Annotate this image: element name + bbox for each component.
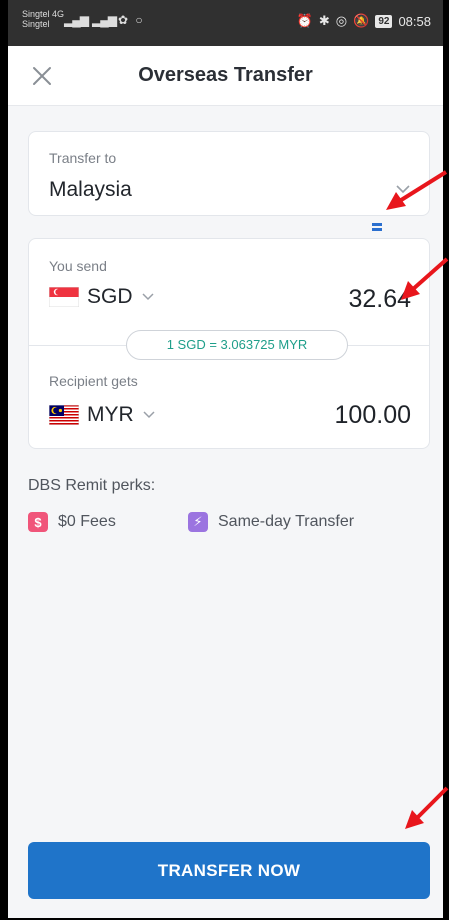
transfer-to-selector[interactable]: Transfer to Malaysia <box>28 131 430 216</box>
perk-label: Same-day Transfer <box>218 513 355 530</box>
perks-title: DBS Remit perks: <box>28 477 156 494</box>
receive-currency-code: MYR <box>87 403 134 426</box>
receive-currency-selector[interactable]: MYR <box>49 403 156 427</box>
receive-label: Recipient gets <box>49 373 138 389</box>
annotation-arrow-icon <box>401 257 449 300</box>
exchange-rate-badge: 1 SGD = 3.063725 MYR <box>126 330 348 360</box>
header: Overseas Transfer <box>8 46 443 106</box>
clock: 08:58 <box>398 13 431 29</box>
page-title: Overseas Transfer <box>138 64 313 86</box>
chevron-down-icon <box>143 411 155 419</box>
lightning-icon: ⚡ <box>188 512 208 532</box>
singapore-flag-icon <box>49 287 79 307</box>
send-label: You send <box>49 258 107 274</box>
perk-fees: $ $0 Fees <box>28 512 116 532</box>
receive-amount-input[interactable]: 100.00 <box>335 401 411 430</box>
perk-label: $0 Fees <box>58 513 116 530</box>
annotation-arrow-icon <box>386 170 448 210</box>
transfer-now-button[interactable]: TRANSFER NOW <box>28 842 430 899</box>
battery-icon: 92 <box>375 14 393 28</box>
status-right: ⏰ ✱ ◎ 🔕 92 08:58 <box>297 13 431 29</box>
carrier-labels: Singtel 4G Singtel <box>22 9 64 29</box>
mute-icon: 🔕 <box>353 13 370 28</box>
device-frame: Singtel 4G Singtel ▂▄▆ ▂▄▆ ✿ ○ ⏰ ✱ ◎ 🔕 9… <box>0 0 449 920</box>
notification-icons: ✿ ○ <box>118 13 145 27</box>
send-currency-selector[interactable]: SGD <box>49 285 155 309</box>
malaysia-flag-icon <box>49 405 79 425</box>
annotation-arrow-icon <box>405 786 449 829</box>
amount-card: You send SGD 32.64 1 SGD = 3.063725 MYR … <box>28 238 430 449</box>
carrier-1: Singtel 4G <box>22 9 65 19</box>
signal-icon: ▂▄▆ <box>64 13 89 27</box>
perk-same-day: ⚡ Same-day Transfer <box>188 512 354 532</box>
swap-handle-icon <box>372 223 382 233</box>
chevron-down-icon <box>141 293 154 301</box>
transfer-to-value: Malaysia <box>49 178 132 201</box>
app-screen: Singtel 4G Singtel ▂▄▆ ▂▄▆ ✿ ○ ⏰ ✱ ◎ 🔕 9… <box>8 0 443 918</box>
status-bar: Singtel 4G Singtel ▂▄▆ ▂▄▆ ✿ ○ ⏰ ✱ ◎ 🔕 9… <box>8 0 443 46</box>
dollar-icon: $ <box>28 512 48 532</box>
transfer-to-label: Transfer to <box>49 150 117 166</box>
location-icon: ◎ <box>335 13 348 28</box>
carrier-2: Singtel <box>22 19 50 29</box>
send-currency-code: SGD <box>87 285 133 308</box>
bluetooth-icon: ✱ <box>318 13 330 28</box>
alarm-icon: ⏰ <box>296 13 313 28</box>
signal-icon-2: ▂▄▆ <box>92 13 117 27</box>
